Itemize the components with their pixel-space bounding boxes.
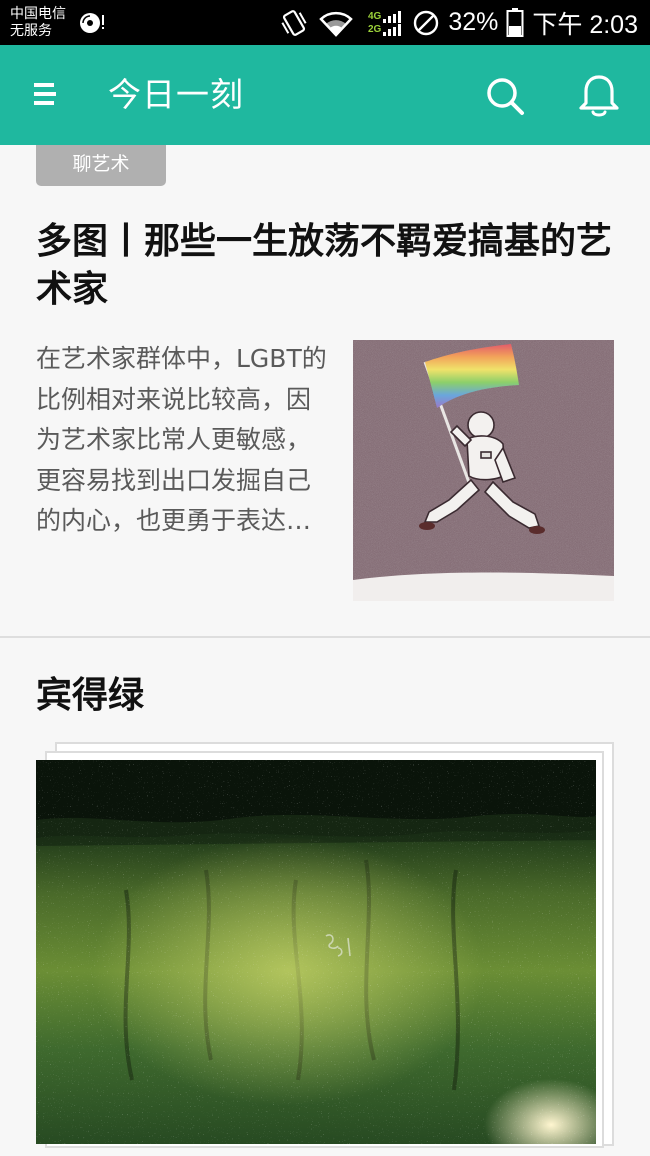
network-2g-label: 2G xyxy=(368,23,382,35)
article-thumbnail[interactable] xyxy=(353,340,614,601)
carrier-info: 中国电信 无服务 xyxy=(10,6,66,40)
app-bar: 今日一刻 xyxy=(0,45,650,145)
wifi-icon xyxy=(319,11,353,37)
signal-bars-icon xyxy=(383,10,402,23)
menu-icon[interactable] xyxy=(34,83,56,109)
status-bar: 中国电信 无服务 4G 2G 32% 下午 2:03 xyxy=(0,0,650,45)
sd-card-icon xyxy=(80,13,104,33)
app-title: 今日一刻 xyxy=(108,75,244,114)
search-icon[interactable] xyxy=(484,75,526,117)
battery-percent: 32% xyxy=(448,8,499,36)
clock: 下午 2:03 xyxy=(532,10,638,39)
vibrate-icon xyxy=(281,9,307,36)
article-excerpt[interactable]: 在艺术家群体中，LGBT的比例相对来说比较高，因为艺术家比常人更敏感，更容易找到… xyxy=(36,339,331,542)
section-divider xyxy=(0,636,650,638)
signal-bars-icon xyxy=(383,23,402,36)
network-4g-label: 4G xyxy=(368,10,382,22)
category-tag[interactable]: 聊艺术 xyxy=(36,145,166,186)
service-status: 无服务 xyxy=(10,23,52,39)
article-title[interactable]: 宾得绿 xyxy=(36,672,144,720)
cellular-signal: 4G 2G xyxy=(368,10,404,36)
article-photo[interactable] xyxy=(36,760,596,1144)
bell-icon[interactable] xyxy=(577,73,621,119)
status-indicators: 4G 2G 32% 下午 2:03 xyxy=(280,0,638,45)
no-sim-icon xyxy=(414,10,439,35)
article-title[interactable]: 多图丨那些一生放荡不羁爱搞基的艺术家 xyxy=(36,218,616,314)
app-screen: 中国电信 无服务 4G 2G 32% 下午 2:03 今日一刻 聊艺术 多图丨那… xyxy=(0,0,650,1156)
carrier-name: 中国电信 xyxy=(10,6,66,22)
battery-icon xyxy=(506,7,524,37)
